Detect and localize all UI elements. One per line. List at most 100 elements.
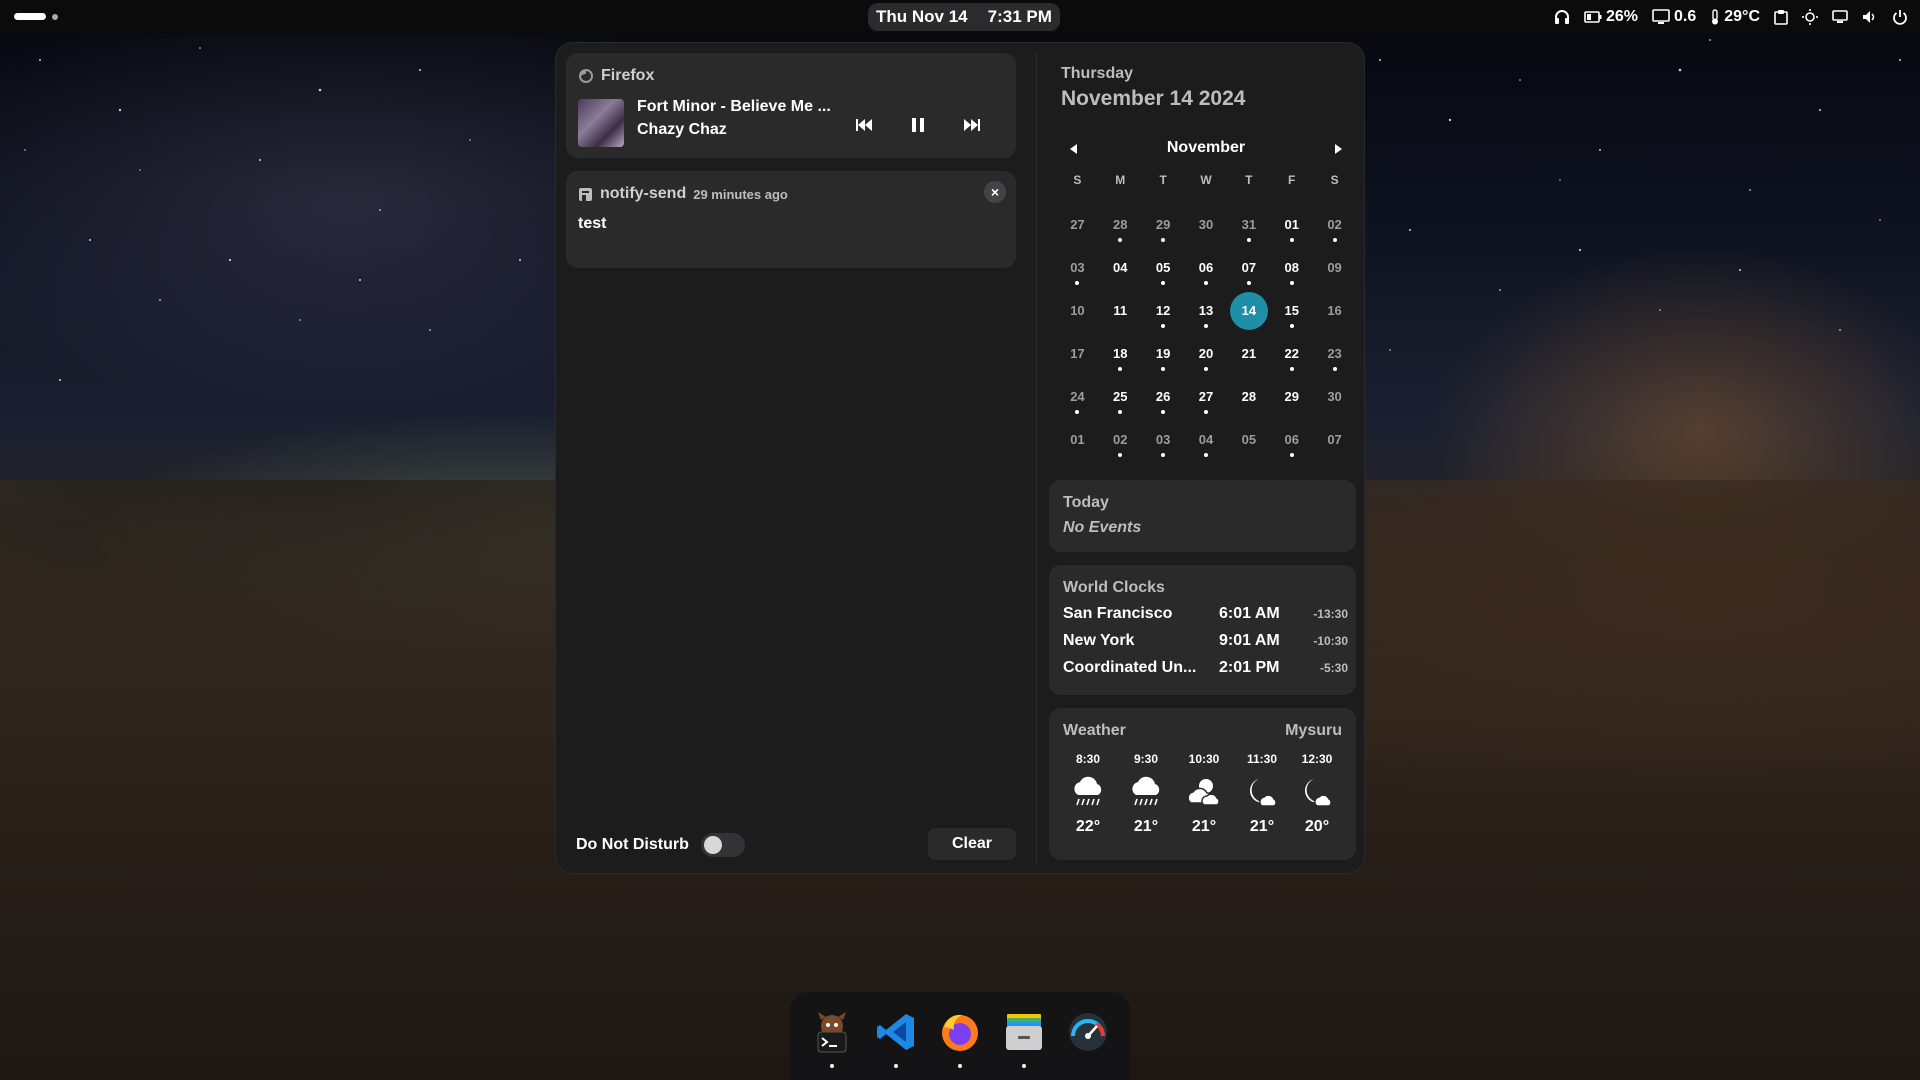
calendar-day[interactable]: 24 [1056, 375, 1099, 418]
next-track-button[interactable] [960, 115, 984, 135]
world-clocks-card: World Clocks San Francisco 6:01 AM -13:3… [1049, 565, 1356, 695]
calendar-day[interactable]: 02 [1099, 418, 1142, 461]
weekday-label: S [1073, 173, 1082, 187]
track-title: Fort Minor - Believe Me ... [637, 98, 831, 115]
vscode-icon [877, 1014, 914, 1050]
brightness-icon[interactable] [1802, 9, 1818, 25]
display-icon[interactable] [1832, 10, 1848, 24]
calendar-day[interactable]: 09 [1313, 246, 1356, 289]
clock-button[interactable]: Thu Nov 14 7:31 PM [868, 3, 1060, 31]
calendar-day[interactable]: 20 [1185, 332, 1228, 375]
calendar-day[interactable]: 07 [1227, 246, 1270, 289]
firefox-small-icon [579, 69, 593, 83]
calendar-day[interactable]: 07 [1313, 418, 1356, 461]
next-month-button[interactable] [1330, 141, 1346, 157]
calendar-day[interactable]: 05 [1142, 246, 1185, 289]
notification-close-button[interactable]: × [984, 181, 1006, 203]
calendar-day-number: 28 [1241, 389, 1257, 404]
headphones-icon[interactable] [1554, 9, 1570, 25]
clear-notifications-button[interactable]: Clear [928, 828, 1016, 860]
calendar-day[interactable]: 10 [1056, 289, 1099, 332]
calendar-month: November [1166, 139, 1246, 156]
topbar-date: Thu Nov 14 [876, 7, 968, 26]
rain-cloud-icon [1132, 776, 1160, 806]
calendar-day-name: Thursday [1061, 65, 1134, 82]
previous-track-button[interactable] [852, 115, 876, 135]
files-icon [1006, 1014, 1042, 1050]
calendar-day[interactable]: 04 [1099, 246, 1142, 289]
calendar-day[interactable]: 08 [1270, 246, 1313, 289]
battery-indicator[interactable]: 26% [1584, 8, 1638, 26]
calendar-day[interactable]: 03 [1056, 246, 1099, 289]
calendar-day[interactable]: 02 [1313, 203, 1356, 246]
weekday-label: S [1330, 173, 1339, 187]
clipboard-icon[interactable] [1774, 9, 1788, 25]
calendar-day[interactable]: 03 [1142, 418, 1185, 461]
calendar-day-number: 17 [1070, 346, 1085, 361]
media-app-header: Firefox [578, 67, 654, 85]
calendar-day[interactable]: 29 [1270, 375, 1313, 418]
calendar-day[interactable]: 27 [1056, 203, 1099, 246]
event-dot [1332, 367, 1337, 371]
calendar-day-number: 01 [1070, 432, 1085, 447]
skip-next-icon [964, 119, 980, 131]
calendar-day[interactable]: 01 [1056, 418, 1099, 461]
world-clock-city: New York [1063, 632, 1135, 649]
calendar-day[interactable]: 22 [1270, 332, 1313, 375]
calendar-day[interactable]: 28 [1099, 203, 1142, 246]
calendar-day[interactable]: 30 [1185, 203, 1228, 246]
power-icon[interactable] [1892, 9, 1908, 25]
calendar-day-today[interactable]: 14 [1227, 289, 1270, 332]
terminal-icon [817, 1012, 847, 1053]
cpu-load-indicator[interactable]: 0.6 [1652, 8, 1696, 26]
event-dot [1203, 453, 1208, 457]
workspace-dot[interactable] [52, 13, 58, 20]
weather-hour-temp: 22° [1075, 818, 1101, 835]
calendar-day[interactable]: 12 [1142, 289, 1185, 332]
calendar-day[interactable]: 19 [1142, 332, 1185, 375]
pause-button[interactable] [906, 115, 930, 135]
calendar-day[interactable]: 23 [1313, 332, 1356, 375]
notification-card[interactable]: notify-send 29 minutes ago test × [566, 171, 1016, 268]
weather-hour-time: 9:30 [1133, 752, 1159, 766]
dock-app-files[interactable] [1000, 1008, 1048, 1068]
calendar-day[interactable]: 27 [1185, 375, 1228, 418]
calendar-day[interactable]: 11 [1099, 289, 1142, 332]
dnd-toggle[interactable] [700, 833, 745, 857]
volume-icon[interactable] [1862, 10, 1878, 24]
calendar-day[interactable]: 06 [1270, 418, 1313, 461]
calendar-day[interactable]: 13 [1185, 289, 1228, 332]
calendar-day[interactable]: 30 [1313, 375, 1356, 418]
calendar-day[interactable]: 06 [1185, 246, 1228, 289]
calendar-day[interactable]: 29 [1142, 203, 1185, 246]
calendar-day[interactable]: 04 [1185, 418, 1228, 461]
calendar-day[interactable]: 05 [1227, 418, 1270, 461]
weather-hour-temp: 20° [1304, 818, 1330, 835]
calendar-day[interactable]: 15 [1270, 289, 1313, 332]
event-dot [1246, 281, 1251, 285]
calendar-day[interactable]: 01 [1270, 203, 1313, 246]
dock-app-system-monitor[interactable] [1064, 1008, 1112, 1056]
calendar-day[interactable]: 31 [1227, 203, 1270, 246]
calendar-day[interactable]: 25 [1099, 375, 1142, 418]
weather-hour: 10:30 21° [1176, 752, 1232, 836]
world-clock-row: New York 9:01 AM -10:30 [1063, 632, 1348, 654]
calendar-day[interactable]: 28 [1227, 375, 1270, 418]
world-clock-time: 2:01 PM [1219, 659, 1280, 676]
weather-hour: 11:30 21° [1234, 752, 1290, 836]
temperature-indicator[interactable]: 29°C [1710, 8, 1760, 26]
calendar-day[interactable]: 17 [1056, 332, 1099, 375]
calendar-day[interactable]: 21 [1227, 332, 1270, 375]
calendar-day[interactable]: 16 [1313, 289, 1356, 332]
workspace-active[interactable] [14, 13, 46, 20]
temperature-value: 29°C [1724, 8, 1760, 25]
dock-app-firefox[interactable] [936, 1008, 984, 1068]
running-indicator [894, 1064, 898, 1068]
dock-app-terminal[interactable] [808, 1008, 856, 1068]
calendar-day[interactable]: 26 [1142, 375, 1185, 418]
workspace-indicator[interactable] [14, 13, 58, 20]
calendar-day[interactable]: 18 [1099, 332, 1142, 375]
dock-app-vscode[interactable] [872, 1008, 920, 1068]
today-events-value: No Events [1063, 519, 1142, 536]
calendar-day-number: 14 [1229, 291, 1268, 330]
